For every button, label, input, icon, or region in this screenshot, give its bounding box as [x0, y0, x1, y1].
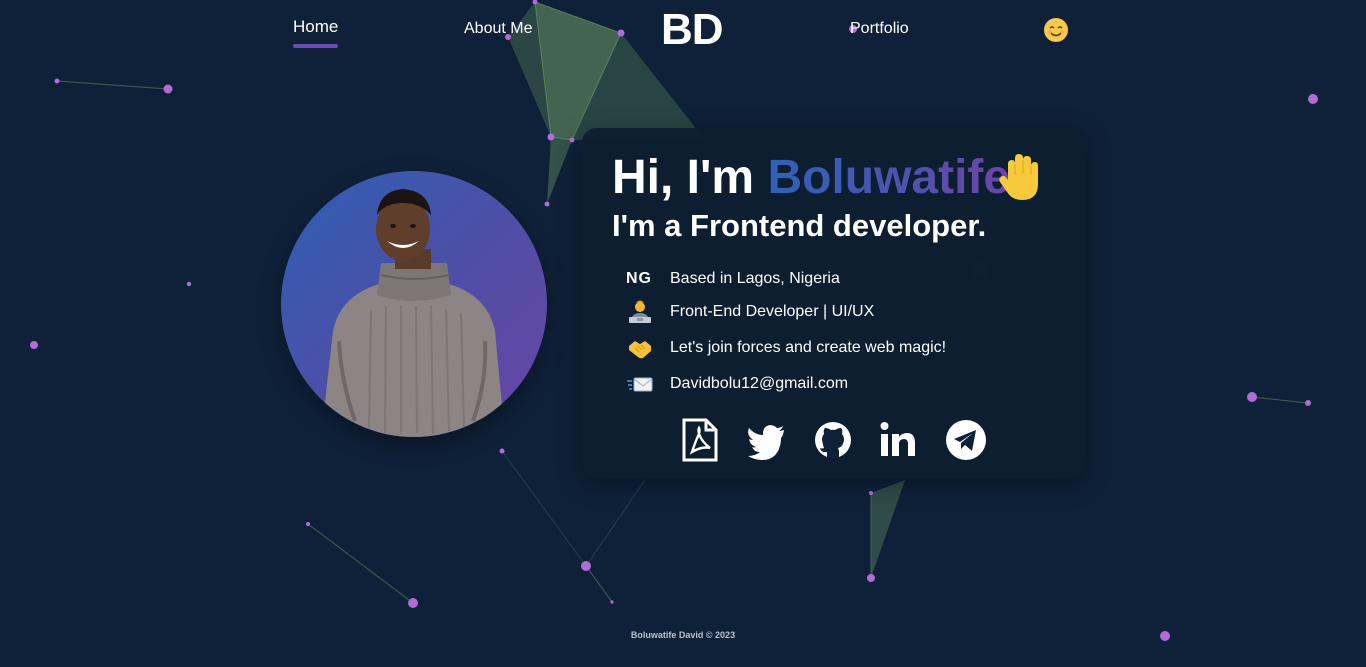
info-row-email[interactable]: Davidbolu12@gmail.com [626, 372, 848, 396]
top-navigation: Home About Me BD Portfolio [0, 0, 1366, 60]
smiling-face-icon[interactable] [1043, 17, 1069, 43]
intro-card: Hi, I'm Boluwatife I'm a Frontend develo… [582, 128, 1085, 478]
pdf-resume-icon[interactable] [680, 418, 724, 462]
greeting-name: Boluwatife [767, 151, 1011, 204]
social-links [678, 418, 998, 462]
handshake-icon [626, 336, 654, 360]
nav-home-link[interactable]: Home [293, 17, 339, 48]
technologist-icon [626, 300, 654, 324]
greeting-heading: Hi, I'm Boluwatife [612, 150, 1010, 205]
greeting-prefix: Hi, I'm [612, 151, 768, 204]
linkedin-icon[interactable] [878, 418, 922, 462]
nav-about-link[interactable]: About Me [464, 20, 532, 38]
twitter-icon[interactable] [746, 418, 790, 462]
waving-hand-icon [996, 152, 1046, 204]
role-heading: I'm a Frontend developer. [612, 208, 987, 243]
telegram-icon[interactable] [944, 418, 988, 462]
footer-copyright: Boluwatife David © 2023 [630, 630, 736, 640]
nav-portfolio-link[interactable]: Portfolio [850, 20, 909, 38]
github-icon[interactable] [813, 418, 857, 462]
profile-avatar [281, 171, 547, 437]
info-row-role: Front-End Developer | UI/UX [626, 300, 874, 324]
location-text: Based in Lagos, Nigeria [670, 270, 840, 287]
role-text: Front-End Developer | UI/UX [670, 303, 875, 320]
collab-text: Let's join forces and create web magic! [670, 339, 947, 356]
envelope-icon [626, 372, 654, 396]
site-logo[interactable]: BD [661, 5, 724, 55]
info-row-location: NG Based in Lagos, Nigeria [626, 267, 840, 291]
email-text: Davidbolu12@gmail.com [670, 375, 849, 392]
flag-ng-icon: NG [626, 270, 652, 287]
info-row-collab: Let's join forces and create web magic! [626, 336, 946, 360]
profile-photo [321, 189, 505, 437]
